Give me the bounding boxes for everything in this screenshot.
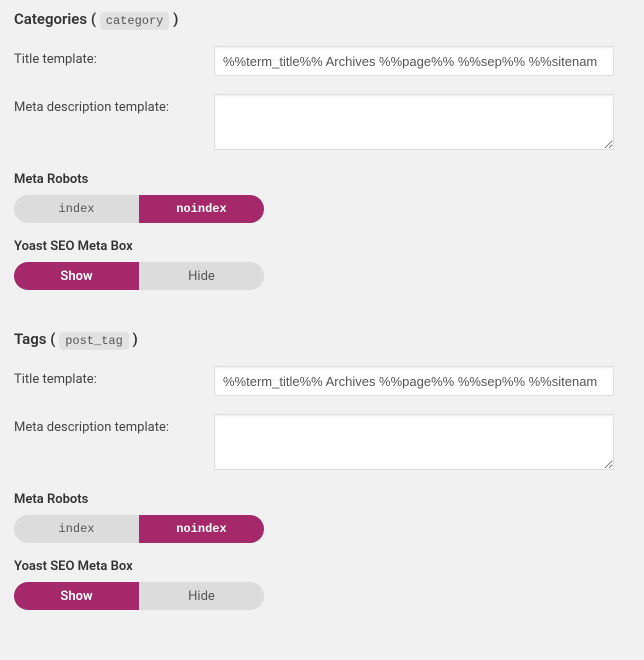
heading-code: post_tag <box>59 332 129 350</box>
section-categories: Categories ( category ) Title template: … <box>14 10 630 290</box>
paren-open: ( <box>91 10 100 28</box>
paren-close: ) <box>169 10 178 28</box>
label-meta-box: Yoast SEO Meta Box <box>14 559 630 574</box>
value-title-template <box>214 46 614 76</box>
heading-text: Categories <box>14 10 87 28</box>
label-meta-robots: Meta Robots <box>14 492 630 507</box>
toggle-meta-box: Show Hide <box>14 262 264 290</box>
heading-text: Tags <box>14 330 47 348</box>
toggle-show[interactable]: Show <box>14 582 139 610</box>
toggle-noindex[interactable]: noindex <box>139 515 264 543</box>
section-heading-tags: Tags ( post_tag ) <box>14 330 630 348</box>
row-title-template: Title template: <box>14 366 630 396</box>
paren-open: ( <box>50 330 59 348</box>
value-meta-desc <box>214 94 614 154</box>
heading-code: category <box>100 12 170 30</box>
title-template-input[interactable] <box>214 366 614 396</box>
toggle-show[interactable]: Show <box>14 262 139 290</box>
title-template-input[interactable] <box>214 46 614 76</box>
value-meta-desc <box>214 414 614 474</box>
label-meta-desc: Meta description template: <box>14 414 214 435</box>
toggle-index[interactable]: index <box>14 515 139 543</box>
paren-close: ) <box>129 330 138 348</box>
value-title-template <box>214 366 614 396</box>
toggle-hide[interactable]: Hide <box>139 582 264 610</box>
toggle-meta-robots: index noindex <box>14 515 264 543</box>
section-heading-categories: Categories ( category ) <box>14 10 630 28</box>
row-meta-desc: Meta description template: <box>14 414 630 474</box>
toggle-index[interactable]: index <box>14 195 139 223</box>
label-title-template: Title template: <box>14 46 214 67</box>
toggle-meta-box: Show Hide <box>14 582 264 610</box>
section-tags: Tags ( post_tag ) Title template: Meta d… <box>14 330 630 610</box>
label-meta-box: Yoast SEO Meta Box <box>14 239 630 254</box>
meta-desc-textarea[interactable] <box>214 94 614 150</box>
label-meta-robots: Meta Robots <box>14 172 630 187</box>
row-title-template: Title template: <box>14 46 630 76</box>
toggle-hide[interactable]: Hide <box>139 262 264 290</box>
toggle-noindex[interactable]: noindex <box>139 195 264 223</box>
label-meta-desc: Meta description template: <box>14 94 214 115</box>
toggle-meta-robots: index noindex <box>14 195 264 223</box>
meta-desc-textarea[interactable] <box>214 414 614 470</box>
row-meta-desc: Meta description template: <box>14 94 630 154</box>
label-title-template: Title template: <box>14 366 214 387</box>
